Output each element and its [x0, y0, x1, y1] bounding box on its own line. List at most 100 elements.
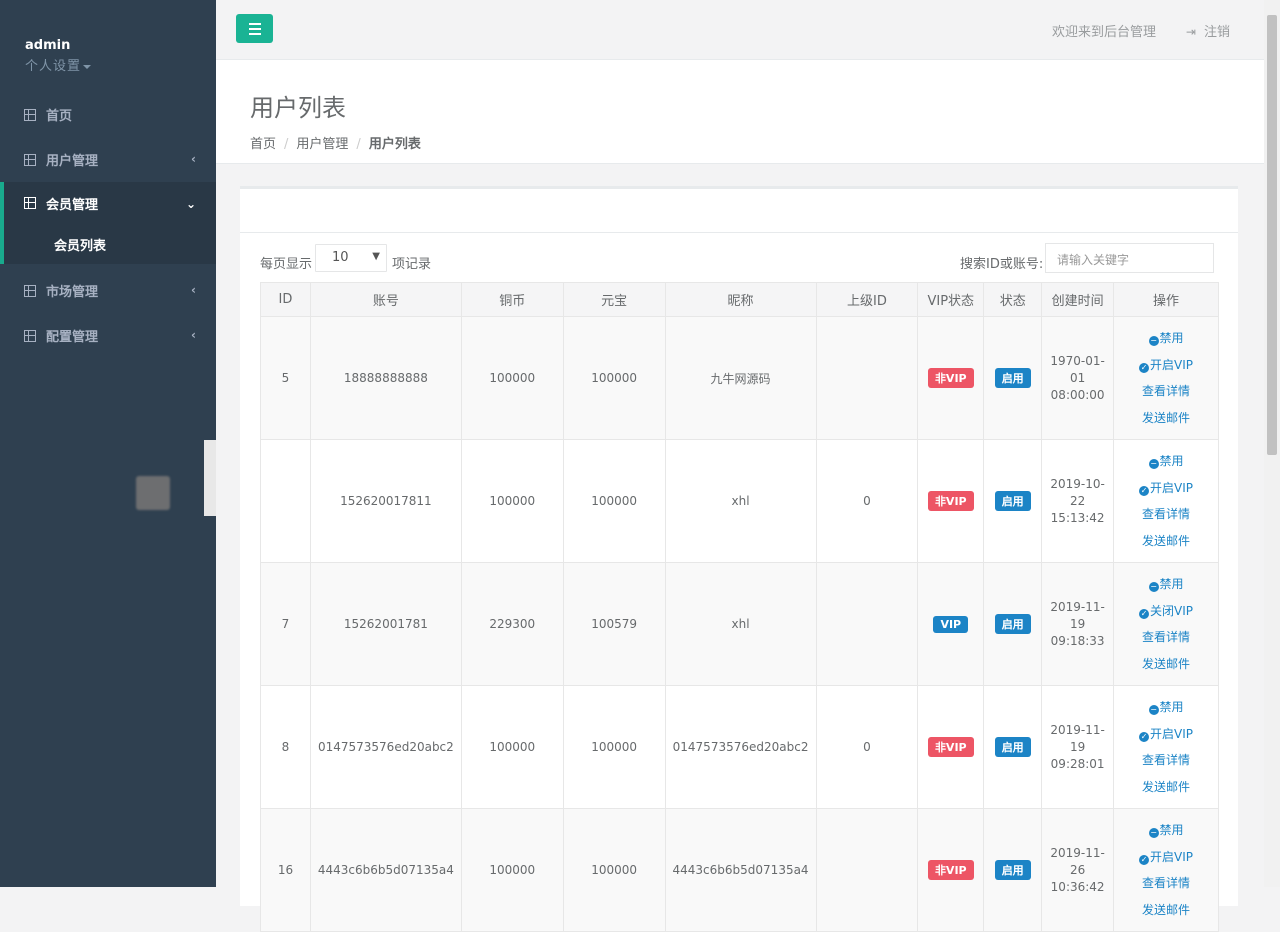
send-mail-link[interactable]: 发送邮件 [1114, 405, 1218, 432]
cell-actions: − 禁用 ✓ 开启VIP 查看详情 发送邮件 [1113, 685, 1219, 809]
sidebar-item-home[interactable]: 首页 [0, 92, 216, 137]
check-circle-icon: ✓ [1139, 731, 1150, 742]
per-page-value: 10 [332, 250, 349, 265]
send-mail-link[interactable]: 发送邮件 [1114, 774, 1218, 801]
toggle-vip-link[interactable]: ✓ 开启VIP [1114, 352, 1218, 379]
toggle-vip-label: 开启VIP [1150, 357, 1194, 372]
per-page-label: 每页显示 [260, 257, 313, 272]
minus-circle-icon: − [1148, 459, 1159, 469]
date-line: 22 [1069, 493, 1086, 508]
menu-toggle-button[interactable] [236, 14, 273, 43]
disable-label: 禁用 [1159, 700, 1184, 714]
column-header-created[interactable]: 创建时间 [1041, 282, 1115, 317]
table-row: 16 4443c6b6b5d07135a4 100000 100000 4443c6b6… [260, 808, 1219, 932]
cell-account: 4443c6b6b5d07135a4 [309, 808, 462, 932]
column-header-nickname[interactable]: 昵称 [664, 282, 817, 317]
time-line: 09:18:33 [1050, 633, 1105, 648]
column-header-status[interactable]: 状态 [983, 282, 1043, 317]
sidebar-item-member-management[interactable]: 会员管理 ⌄ [0, 182, 216, 224]
blurred-image [136, 476, 170, 510]
check-circle-icon: ✓ [1139, 854, 1150, 865]
disable-link[interactable]: − 禁用 [1114, 448, 1218, 475]
send-mail-link[interactable]: 发送邮件 [1114, 897, 1218, 924]
search-input[interactable]: 请输入关键字 [1045, 243, 1214, 273]
disable-label: 禁用 [1159, 331, 1184, 345]
cell-status: 启用 [983, 808, 1043, 932]
user-profile: admin 个人设置 [0, 0, 216, 88]
logout-link[interactable]: ⇥ 注销 [1186, 21, 1230, 40]
cell-id: 7 [260, 562, 311, 686]
grid-icon [24, 284, 36, 297]
view-details-link[interactable]: 查看详情 [1114, 870, 1218, 897]
breadcrumb-user-management[interactable]: 用户管理 [296, 137, 348, 152]
cell-account: 18888888888 [309, 316, 462, 440]
cell-account: 15262001781 [309, 562, 462, 686]
cell-vip-status: VIP [917, 562, 985, 686]
cell-created: 2019-11- 19 09:18:33 [1041, 562, 1115, 686]
cell-id: 5 [260, 316, 311, 440]
user-table: ID 账号 铜币 元宝 昵称 上级ID VIP状态 状态 创建时间 操作 5 18… [260, 282, 1219, 932]
sidebar-subitem-label: 会员列表 [54, 238, 107, 254]
column-header-account[interactable]: 账号 [309, 282, 462, 317]
send-mail-link[interactable]: 发送邮件 [1114, 528, 1218, 555]
date-line: 2019-11- [1050, 845, 1105, 860]
cell-account: 152620017811 [309, 439, 462, 563]
toggle-vip-label: 开启VIP [1150, 480, 1194, 495]
sidebar-item-market-management[interactable]: 市场管理 ‹ [0, 268, 216, 313]
toggle-vip-link[interactable]: ✓ 开启VIP [1114, 475, 1218, 502]
cell-ingot: 100579 [562, 562, 666, 686]
cell-nickname: xhl [664, 439, 817, 563]
disable-link[interactable]: − 禁用 [1114, 571, 1218, 598]
column-header-copper[interactable]: 铜币 [460, 282, 564, 317]
disable-label: 禁用 [1159, 823, 1184, 837]
column-header-vip-status[interactable]: VIP状态 [917, 282, 985, 317]
column-header-actions: 操作 [1113, 282, 1219, 317]
disable-link[interactable]: − 禁用 [1114, 325, 1218, 352]
toggle-vip-link[interactable]: ✓ 关闭VIP [1114, 598, 1218, 625]
breadcrumb-home[interactable]: 首页 [250, 137, 276, 152]
cell-actions: − 禁用 ✓ 关闭VIP 查看详情 发送邮件 [1113, 562, 1219, 686]
date-line: 2019-10- [1050, 476, 1105, 491]
cell-status: 启用 [983, 562, 1043, 686]
time-line: 10:36:42 [1050, 879, 1105, 894]
column-header-ingot[interactable]: 元宝 [562, 282, 666, 317]
chevron-down-icon: ⌄ [185, 197, 196, 211]
view-details-link[interactable]: 查看详情 [1114, 378, 1218, 405]
table-row: 8 0147573576ed20abc2 100000 100000 014757357… [260, 685, 1219, 809]
blurred-image [204, 440, 216, 516]
column-header-parent-id[interactable]: 上级ID [815, 282, 919, 317]
check-circle-icon: ✓ [1139, 362, 1150, 373]
sidebar-item-config-management[interactable]: 配置管理 ‹ [0, 313, 216, 358]
view-details-link[interactable]: 查看详情 [1114, 747, 1218, 774]
cell-parent-id [815, 562, 919, 686]
personal-settings-dropdown[interactable]: 个人设置 [25, 55, 191, 74]
cell-ingot: 100000 [562, 316, 666, 440]
column-header-id[interactable]: ID [260, 282, 311, 317]
view-details-link[interactable]: 查看详情 [1114, 624, 1218, 651]
disable-link[interactable]: − 禁用 [1114, 694, 1218, 721]
scrollbar-thumb[interactable] [1267, 15, 1277, 455]
chevron-down-icon: ▼ [372, 251, 380, 262]
cell-actions: − 禁用 ✓ 开启VIP 查看详情 发送邮件 [1113, 808, 1219, 932]
disable-link[interactable]: − 禁用 [1114, 817, 1218, 844]
toggle-vip-label: 关闭VIP [1150, 603, 1194, 618]
per-page-select[interactable]: 10 ▼ [315, 244, 387, 272]
sidebar-subitem-member-list[interactable]: 会员列表 [0, 224, 216, 264]
send-mail-link[interactable]: 发送邮件 [1114, 651, 1218, 678]
caret-down-icon [83, 64, 92, 69]
table-controls: 每页显示 10 ▼ 项记录 搜索ID或账号: 请输入关键字 [240, 233, 1238, 283]
sidebar-item-user-management[interactable]: 用户管理 ‹ [0, 137, 216, 182]
page-scrollbar[interactable] [1264, 0, 1280, 887]
sign-out-icon: ⇥ [1185, 25, 1196, 39]
cell-parent-id: 0 [815, 685, 919, 809]
cell-id [260, 439, 311, 563]
toggle-vip-link[interactable]: ✓ 开启VIP [1114, 721, 1218, 748]
cell-ingot: 100000 [562, 808, 666, 932]
cell-vip-status: 非VIP [917, 439, 985, 563]
cell-nickname: 九牛网源码 [664, 316, 817, 440]
chevron-left-icon: ‹ [191, 328, 196, 342]
cell-created: 1970-01- 01 08:00:00 [1041, 316, 1115, 440]
vip-badge: 非VIP [927, 491, 974, 511]
view-details-link[interactable]: 查看详情 [1114, 501, 1218, 528]
toggle-vip-link[interactable]: ✓ 开启VIP [1114, 844, 1218, 871]
